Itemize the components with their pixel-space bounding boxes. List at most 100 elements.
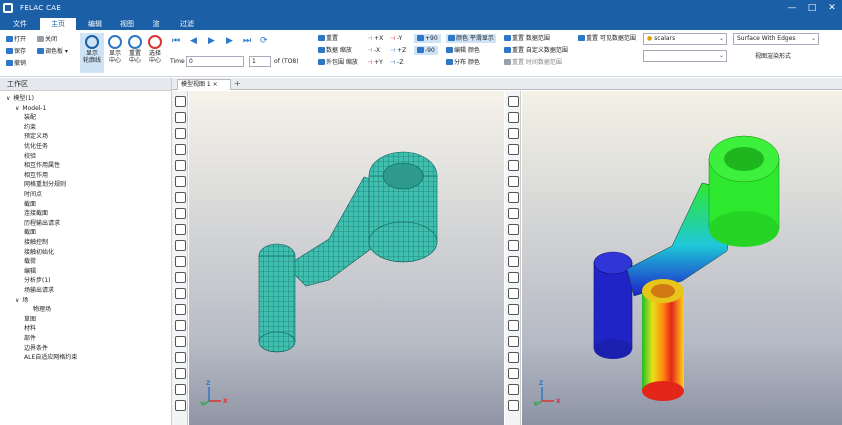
viewport-tool-button[interactable]: [508, 224, 519, 235]
viewport-tool-button[interactable]: [508, 176, 519, 187]
viewport-tool-button[interactable]: [175, 144, 186, 155]
viewport-tool-button[interactable]: [508, 272, 519, 283]
expand-arrow-icon[interactable]: ∨: [15, 105, 19, 112]
view-plus-z-button[interactable]: ⊣ +Z: [390, 46, 406, 55]
viewport-tool-button[interactable]: [508, 192, 519, 203]
tree-item[interactable]: 部件: [24, 335, 36, 343]
viewport-tool-button[interactable]: [175, 128, 186, 139]
viewport-tool-button[interactable]: [508, 256, 519, 267]
viewport-tool-button[interactable]: [175, 208, 186, 219]
maximize-button[interactable]: □: [805, 2, 819, 14]
distribution-color-button[interactable]: 分布 颜色: [446, 58, 480, 67]
reset-view-button[interactable]: 重置: [318, 34, 338, 43]
tree-item[interactable]: 时间点: [24, 191, 42, 199]
viewport-tool-button[interactable]: [175, 320, 186, 331]
tree-item[interactable]: 相互作用属性: [24, 162, 60, 170]
palette-dropdown[interactable]: 调色板 ▾: [37, 47, 68, 56]
last-frame-button[interactable]: ⏭: [243, 36, 251, 46]
viewport-tool-button[interactable]: [508, 144, 519, 155]
viewport-tool-button[interactable]: [175, 112, 186, 123]
smooth-color-button[interactable]: 颜色 平滑显示: [446, 34, 496, 43]
viewport-tool-button[interactable]: [175, 192, 186, 203]
tree-item[interactable]: ∨ Model-1: [15, 105, 46, 113]
viewport-tool-button[interactable]: [508, 320, 519, 331]
tab-edit[interactable]: 编辑: [80, 18, 110, 30]
tab-file[interactable]: 文件: [3, 18, 37, 30]
viewport-contour[interactable]: [522, 91, 842, 425]
viewport-tool-button[interactable]: [175, 96, 186, 107]
tree-item[interactable]: 分析步(1): [24, 277, 51, 285]
tree-item[interactable]: 材料: [24, 325, 36, 333]
tree-item[interactable]: 网格重划分规则: [24, 181, 66, 189]
viewport-tool-button[interactable]: [508, 160, 519, 171]
viewport-tool-button[interactable]: [508, 336, 519, 347]
tree-item[interactable]: 装配: [24, 114, 36, 122]
close-file-button[interactable]: 关闭: [37, 35, 57, 44]
viewport-tool-button[interactable]: [508, 288, 519, 299]
reset-visible-range-button[interactable]: 重置 可见数据范围: [578, 34, 636, 43]
viewport-tool-button[interactable]: [175, 336, 186, 347]
undo-button[interactable]: 撤销: [6, 59, 26, 68]
tree-item[interactable]: 编辑: [24, 268, 36, 276]
edit-color-button[interactable]: 编辑 颜色: [446, 46, 480, 55]
view-minus-x-button[interactable]: ⊣ -X: [367, 46, 380, 55]
close-button[interactable]: ✕: [825, 2, 839, 14]
tree-item[interactable]: 边界条件: [24, 345, 48, 353]
viewport-tool-button[interactable]: [508, 112, 519, 123]
play-button[interactable]: ▶: [208, 36, 215, 46]
tree-item[interactable]: 场输出请求: [24, 287, 54, 295]
first-frame-button[interactable]: ⏮: [172, 36, 180, 46]
tree-item[interactable]: 接触初始化: [24, 249, 54, 257]
viewport-tool-button[interactable]: [175, 224, 186, 235]
frame-input[interactable]: 1: [249, 56, 271, 67]
reset-time-range-button[interactable]: 重置 时间数据范围: [504, 58, 562, 67]
tab-filter[interactable]: 过滤: [172, 18, 202, 30]
viewport-tool-button[interactable]: [508, 208, 519, 219]
view-plus-y-button[interactable]: ⊣ +Y: [367, 58, 383, 67]
view-minus-z-button[interactable]: ⊣ -Z: [390, 58, 403, 67]
select-center-button[interactable]: 选择 中心: [145, 35, 165, 64]
reset-custom-range-button[interactable]: 重置 自定义数据范围: [504, 46, 568, 55]
scalar-select[interactable]: ● scalars ⌄: [643, 33, 727, 45]
view-minus-y-button[interactable]: ⊣ -Y: [390, 34, 402, 43]
viewport-mesh[interactable]: [189, 91, 504, 425]
tree-item[interactable]: 约束: [24, 124, 36, 132]
viewport-tool-button[interactable]: [508, 400, 519, 411]
viewport-tool-button[interactable]: [508, 128, 519, 139]
next-frame-button[interactable]: ▶: [226, 36, 233, 46]
tree-item[interactable]: 截面: [24, 229, 36, 237]
loop-button[interactable]: ⟳: [260, 36, 268, 46]
data-zoom-button[interactable]: 数据 缩放: [318, 46, 352, 55]
viewport-tool-button[interactable]: [175, 368, 186, 379]
viewport-tool-button[interactable]: [508, 368, 519, 379]
prev-frame-button[interactable]: ◀: [190, 36, 197, 46]
viewport-tool-button[interactable]: [175, 352, 186, 363]
tree-item[interactable]: ∨ 场: [15, 297, 28, 305]
viewport-tool-button[interactable]: [175, 160, 186, 171]
viewport-tool-button[interactable]: [175, 256, 186, 267]
tree-item[interactable]: 载荷: [24, 258, 36, 266]
viewport-tool-button[interactable]: [508, 304, 519, 315]
view-plus-x-button[interactable]: ⊣ +X: [367, 34, 383, 43]
tree-item[interactable]: 截面: [24, 201, 36, 209]
tree-item[interactable]: 预定义场: [24, 133, 48, 141]
tab-render[interactable]: 渲: [144, 18, 168, 30]
viewport-tool-button[interactable]: [508, 240, 519, 251]
tab-model-view-1[interactable]: 模型视图 1 ×: [177, 79, 231, 90]
rotate-minus-90-button[interactable]: -90: [414, 46, 438, 55]
display-outline-button[interactable]: 显示 轮廓线: [80, 33, 104, 73]
tree-item[interactable]: 校验: [24, 153, 36, 161]
tree-item[interactable]: ALE自适应网格约束: [24, 354, 77, 362]
component-select[interactable]: ⌄: [643, 50, 727, 62]
viewport-tool-button[interactable]: [175, 400, 186, 411]
expand-arrow-icon[interactable]: ∨: [15, 297, 19, 304]
viewport-tool-button[interactable]: [175, 176, 186, 187]
viewport-tool-button[interactable]: [175, 304, 186, 315]
tree-item[interactable]: 草图: [24, 316, 36, 324]
rotate-plus-90-button[interactable]: +90: [414, 34, 441, 43]
viewport-tool-button[interactable]: [508, 96, 519, 107]
tree-item[interactable]: ∨ 模型(1): [6, 95, 34, 103]
reset-data-range-button[interactable]: 重置 数据范围: [504, 34, 550, 43]
tree-item[interactable]: 相互作用: [24, 172, 48, 180]
surface-mode-select[interactable]: Surface With Edges ⌄: [733, 33, 819, 45]
